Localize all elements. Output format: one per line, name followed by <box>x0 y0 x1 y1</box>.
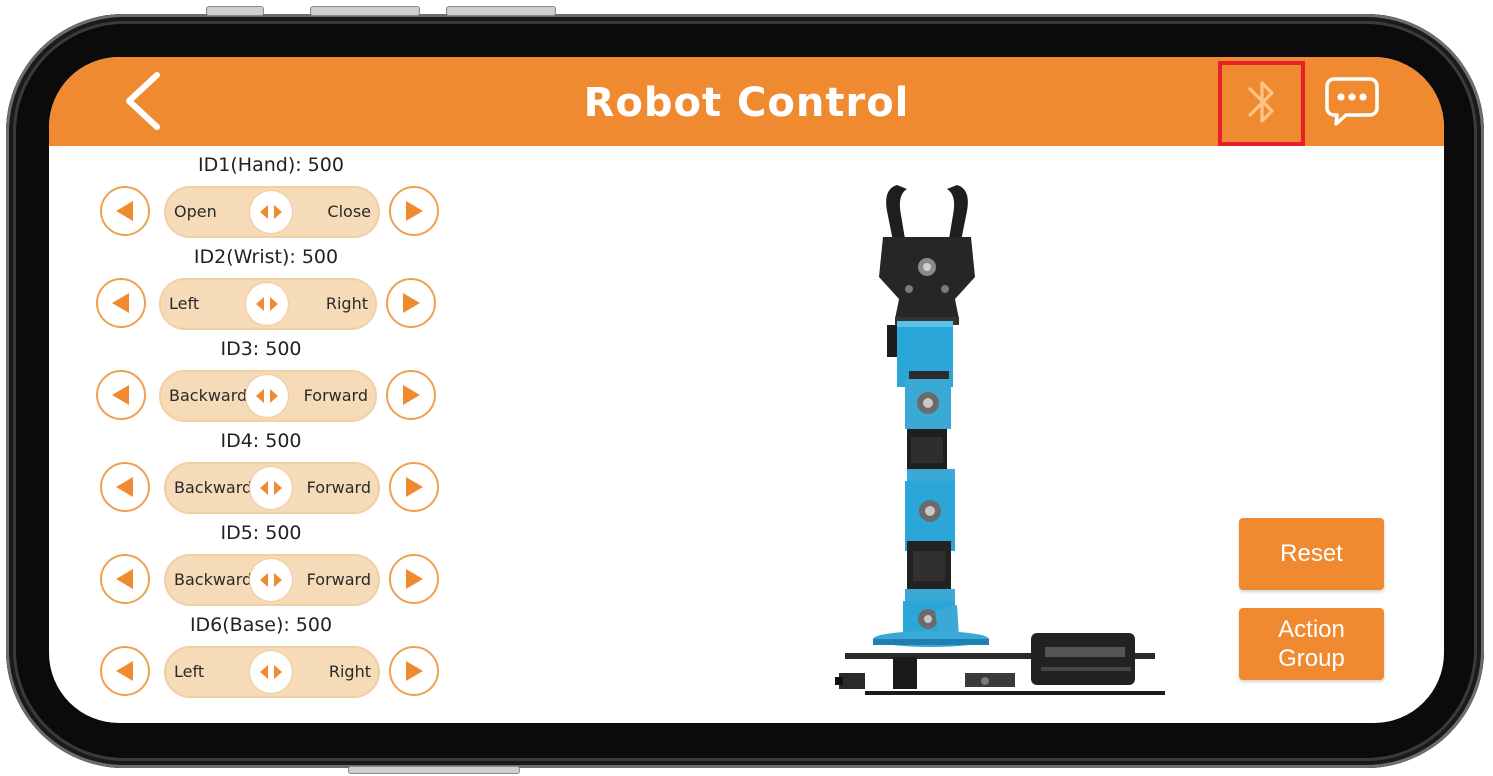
phone-power-button <box>348 766 520 774</box>
slider-min-label: Left <box>174 662 205 681</box>
slider-max-label: Forward <box>306 478 371 497</box>
decrease-button[interactable] <box>100 186 150 236</box>
slider-knob[interactable] <box>250 467 292 509</box>
increase-button[interactable] <box>386 278 436 328</box>
robot-arm-image <box>835 185 1165 695</box>
decrease-button[interactable] <box>96 278 146 328</box>
slider-min-label: Backward <box>169 386 248 405</box>
increase-button[interactable] <box>389 186 439 236</box>
app-screen: Robot Control ID1(Hand): 500 Open Close <box>49 57 1444 723</box>
left-right-arrows-icon <box>260 205 282 219</box>
slider-track[interactable]: Left Right <box>164 646 380 698</box>
slider-min-label: Backward <box>174 478 253 497</box>
triangle-left-icon <box>116 569 133 589</box>
decrease-button[interactable] <box>100 646 150 696</box>
left-right-arrows-icon <box>260 573 282 587</box>
servo-label: ID3: 500 <box>220 338 302 360</box>
phone-volume-button <box>310 6 420 16</box>
triangle-left-icon <box>116 201 133 221</box>
bluetooth-icon[interactable] <box>1231 71 1293 133</box>
triangle-right-icon <box>406 569 423 589</box>
slider-max-label: Forward <box>306 570 371 589</box>
servo-label: ID4: 500 <box>220 430 302 452</box>
slider-max-label: Close <box>327 202 371 221</box>
slider-knob[interactable] <box>246 283 288 325</box>
servo-control-id6: ID6(Base): 500 Left Right <box>49 614 469 707</box>
servo-label: ID5: 500 <box>220 522 302 544</box>
slider-min-label: Backward <box>174 570 253 589</box>
triangle-left-icon <box>116 477 133 497</box>
triangle-right-icon <box>403 293 420 313</box>
increase-button[interactable] <box>389 646 439 696</box>
action-group-line2: Group <box>1278 645 1345 672</box>
slider-track[interactable]: Backward Forward <box>159 370 377 422</box>
action-group-line1: Action <box>1278 616 1345 643</box>
servo-control-id5: ID5: 500 Backward Forward <box>49 522 469 615</box>
slider-max-label: Forward <box>303 386 368 405</box>
triangle-left-icon <box>112 293 129 313</box>
phone-volume-button <box>446 6 556 16</box>
reset-button[interactable]: Reset <box>1239 518 1384 590</box>
triangle-right-icon <box>406 661 423 681</box>
slider-knob[interactable] <box>250 651 292 693</box>
slider-knob[interactable] <box>250 559 292 601</box>
slider-track[interactable]: Backward Forward <box>164 462 380 514</box>
servo-label: ID1(Hand): 500 <box>198 154 344 176</box>
servo-control-id2: ID2(Wrist): 500 Left Right <box>49 246 469 339</box>
slider-min-label: Left <box>169 294 200 313</box>
slider-max-label: Right <box>328 662 371 681</box>
slider-knob[interactable] <box>246 375 288 417</box>
left-right-arrows-icon <box>256 297 278 311</box>
action-group-button[interactable]: Action Group <box>1239 608 1384 680</box>
slider-track[interactable]: Backward Forward <box>164 554 380 606</box>
slider-track[interactable]: Open Close <box>164 186 380 238</box>
triangle-right-icon <box>406 477 423 497</box>
left-right-arrows-icon <box>256 389 278 403</box>
phone-side-button <box>206 6 264 16</box>
servo-label: ID2(Wrist): 500 <box>193 246 339 268</box>
slider-track[interactable]: Left Right <box>159 278 377 330</box>
servo-control-id3: ID3: 500 Backward Forward <box>49 338 469 431</box>
slider-knob[interactable] <box>250 191 292 233</box>
slider-max-label: Right <box>325 294 368 313</box>
triangle-right-icon <box>403 385 420 405</box>
decrease-button[interactable] <box>100 462 150 512</box>
triangle-right-icon <box>406 201 423 221</box>
left-right-arrows-icon <box>260 481 282 495</box>
slider-min-label: Open <box>174 202 217 221</box>
app-header: Robot Control <box>49 57 1444 146</box>
chat-bubble-icon[interactable] <box>1324 75 1380 127</box>
decrease-button[interactable] <box>100 554 150 604</box>
servo-control-id4: ID4: 500 Backward Forward <box>49 430 469 523</box>
increase-button[interactable] <box>386 370 436 420</box>
servo-control-id1: ID1(Hand): 500 Open Close <box>49 154 469 247</box>
increase-button[interactable] <box>389 554 439 604</box>
decrease-button[interactable] <box>96 370 146 420</box>
triangle-left-icon <box>116 661 133 681</box>
triangle-left-icon <box>112 385 129 405</box>
increase-button[interactable] <box>389 462 439 512</box>
left-right-arrows-icon <box>260 665 282 679</box>
servo-label: ID6(Base): 500 <box>189 614 333 636</box>
